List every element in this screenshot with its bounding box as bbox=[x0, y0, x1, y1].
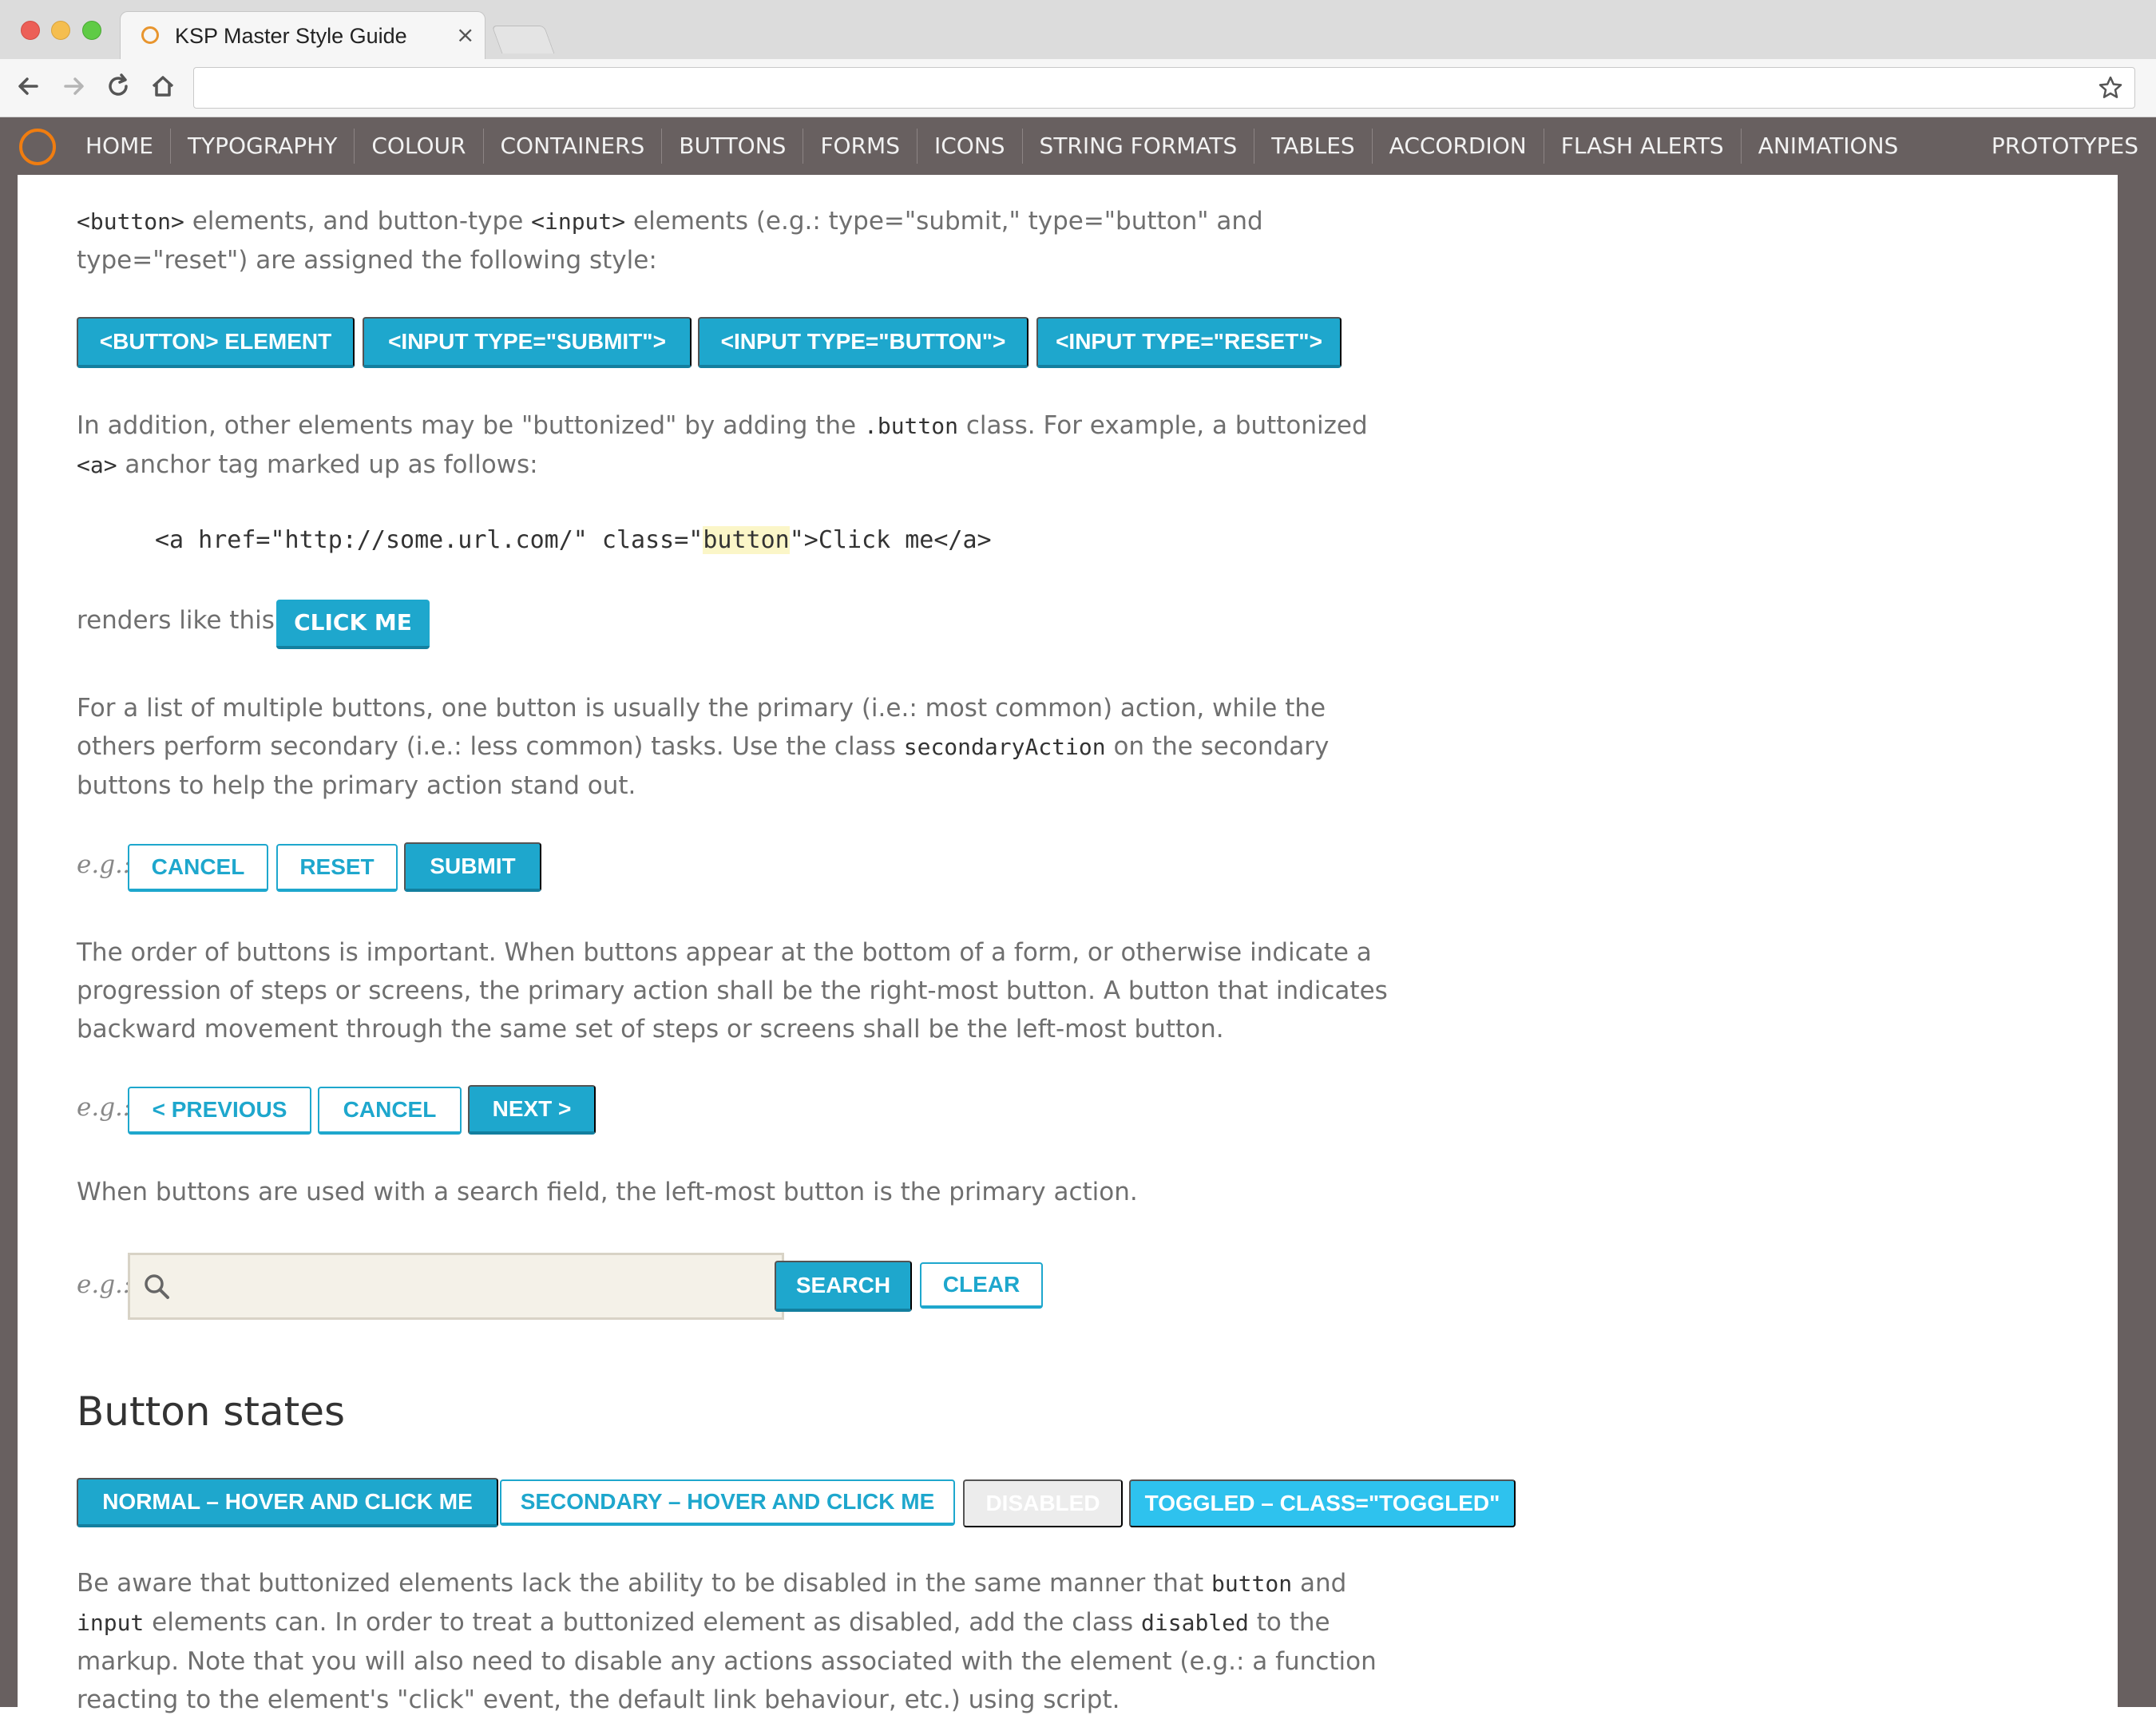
reload-icon[interactable] bbox=[102, 70, 134, 102]
nav-item-tables[interactable]: TABLES bbox=[1254, 129, 1373, 164]
close-window-button[interactable] bbox=[21, 21, 40, 40]
forward-arrow-icon[interactable] bbox=[57, 70, 89, 102]
page-frame-right bbox=[2118, 175, 2156, 1707]
page-frame-left bbox=[0, 175, 18, 1707]
normal-state-button[interactable]: NORMAL – HOVER AND CLICK ME bbox=[77, 1478, 498, 1527]
code-anchor: <a> bbox=[77, 452, 117, 478]
code-secondary-action: secondaryAction bbox=[903, 734, 1106, 760]
nav-item-typography[interactable]: TYPOGRAPHY bbox=[171, 129, 355, 164]
click-me-button[interactable]: CLICK ME bbox=[276, 600, 430, 649]
toggled-state-button[interactable]: TOGGLED – CLASS="TOGGLED" bbox=[1129, 1479, 1516, 1527]
code-button-class: .button bbox=[863, 413, 958, 439]
address-bar[interactable] bbox=[193, 67, 2135, 109]
nav-item-accordion[interactable]: ACCORDION bbox=[1373, 129, 1544, 164]
new-tab-button[interactable] bbox=[491, 26, 555, 53]
minimize-window-button[interactable] bbox=[51, 21, 70, 40]
previous-button[interactable]: < PREVIOUS bbox=[128, 1087, 311, 1135]
buttonize-text-2: class. For example, a buttonized bbox=[958, 411, 1368, 440]
nav-item-prototypes[interactable]: PROTOTYPES bbox=[1992, 129, 2138, 164]
clear-button[interactable]: CLEAR bbox=[920, 1262, 1043, 1309]
search-input[interactable] bbox=[181, 1263, 775, 1311]
main-content: <button> elements, and button-type <inpu… bbox=[18, 175, 2118, 1714]
code-pre: <a href="http://some.url.com/" class=" bbox=[155, 526, 703, 554]
code-post: ">Click me</a> bbox=[789, 526, 992, 554]
aware-text-1: Be aware that buttonized elements lack t… bbox=[77, 1569, 1211, 1598]
site-navigation: HOME TYPOGRAPHY COLOUR CONTAINERS BUTTON… bbox=[0, 117, 2156, 175]
cancel-button[interactable]: CANCEL bbox=[318, 1087, 462, 1135]
tab-close-icon[interactable]: × bbox=[456, 22, 474, 48]
back-arrow-icon[interactable] bbox=[13, 70, 45, 102]
favicon-icon bbox=[141, 26, 159, 44]
input-reset-demo[interactable]: <INPUT TYPE="RESET"> bbox=[1036, 317, 1342, 368]
eg-label: e.g.: bbox=[77, 1270, 132, 1299]
buttonize-paragraph: In addition, other elements may be "butt… bbox=[77, 406, 1394, 485]
zoom-window-button[interactable] bbox=[82, 21, 101, 40]
search-field[interactable] bbox=[128, 1253, 784, 1320]
search-paragraph: When buttons are used with a search fiel… bbox=[77, 1178, 1138, 1206]
buttonize-text-3: anchor tag marked up as follows: bbox=[117, 450, 538, 479]
reset-button[interactable]: RESET bbox=[276, 844, 398, 892]
input-submit-demo[interactable]: <INPUT TYPE="SUBMIT"> bbox=[363, 317, 692, 368]
secondary-state-button[interactable]: SECONDARY – HOVER AND CLICK ME bbox=[500, 1479, 955, 1526]
button-states-heading: Button states bbox=[77, 1388, 346, 1435]
nav-item-icons[interactable]: ICONS bbox=[917, 129, 1023, 164]
nav-item-flash-alerts[interactable]: FLASH ALERTS bbox=[1544, 129, 1742, 164]
site-logo-icon[interactable] bbox=[19, 129, 56, 165]
aware-text-3: elements can. In order to treat a button… bbox=[144, 1608, 1142, 1637]
search-button[interactable]: SEARCH bbox=[775, 1261, 912, 1312]
disabled-note-paragraph: Be aware that buttonized elements lack t… bbox=[77, 1564, 1394, 1719]
nav-item-buttons[interactable]: BUTTONS bbox=[662, 129, 804, 164]
browser-titlebar: KSP Master Style Guide × bbox=[0, 0, 2156, 60]
code-input-word: input bbox=[77, 1610, 145, 1636]
nav-menu: HOME TYPOGRAPHY COLOUR CONTAINERS BUTTON… bbox=[69, 117, 1915, 175]
nav-item-string-formats[interactable]: STRING FORMATS bbox=[1023, 129, 1255, 164]
button-order-paragraph: The order of buttons is important. When … bbox=[77, 938, 1388, 1044]
code-example: <a href="http://some.url.com/" class="bu… bbox=[155, 526, 992, 554]
input-button-demo[interactable]: <INPUT TYPE="BUTTON"> bbox=[698, 317, 1028, 368]
intro-paragraph: <button> elements, and button-type <inpu… bbox=[77, 202, 1394, 279]
code-disabled-class: disabled bbox=[1141, 1610, 1249, 1636]
next-button[interactable]: NEXT > bbox=[468, 1085, 596, 1135]
nav-item-animations[interactable]: ANIMATIONS bbox=[1742, 129, 1916, 164]
aware-text-2: and bbox=[1292, 1569, 1347, 1598]
tab-title: KSP Master Style Guide bbox=[175, 24, 407, 48]
home-icon[interactable] bbox=[147, 70, 179, 102]
nav-item-containers[interactable]: CONTAINERS bbox=[484, 129, 663, 164]
eg-label: e.g.: bbox=[77, 850, 132, 879]
code-button: <button> bbox=[77, 208, 184, 235]
browser-toolbar bbox=[0, 59, 2156, 117]
nav-item-forms[interactable]: FORMS bbox=[803, 129, 917, 164]
browser-tab[interactable]: KSP Master Style Guide × bbox=[120, 11, 485, 60]
search-icon bbox=[145, 1274, 169, 1299]
intro-text-1: elements, and button-type bbox=[184, 207, 532, 236]
disabled-state-button: DISABLED bbox=[963, 1479, 1123, 1527]
nav-item-colour[interactable]: COLOUR bbox=[355, 129, 484, 164]
multiple-buttons-paragraph: For a list of multiple buttons, one butt… bbox=[77, 689, 1394, 805]
nav-item-home[interactable]: HOME bbox=[69, 129, 171, 164]
buttonize-text-1: In addition, other elements may be "butt… bbox=[77, 411, 864, 440]
eg-label: e.g.: bbox=[77, 1093, 132, 1122]
bookmark-star-icon[interactable] bbox=[2098, 75, 2123, 101]
code-highlight: button bbox=[703, 526, 790, 554]
button-element-demo[interactable]: <BUTTON> ELEMENT bbox=[77, 317, 355, 368]
code-input: <input> bbox=[531, 208, 626, 235]
code-button-word: button bbox=[1211, 1570, 1293, 1597]
cancel-button[interactable]: CANCEL bbox=[128, 844, 268, 892]
submit-button[interactable]: SUBMIT bbox=[404, 842, 541, 892]
